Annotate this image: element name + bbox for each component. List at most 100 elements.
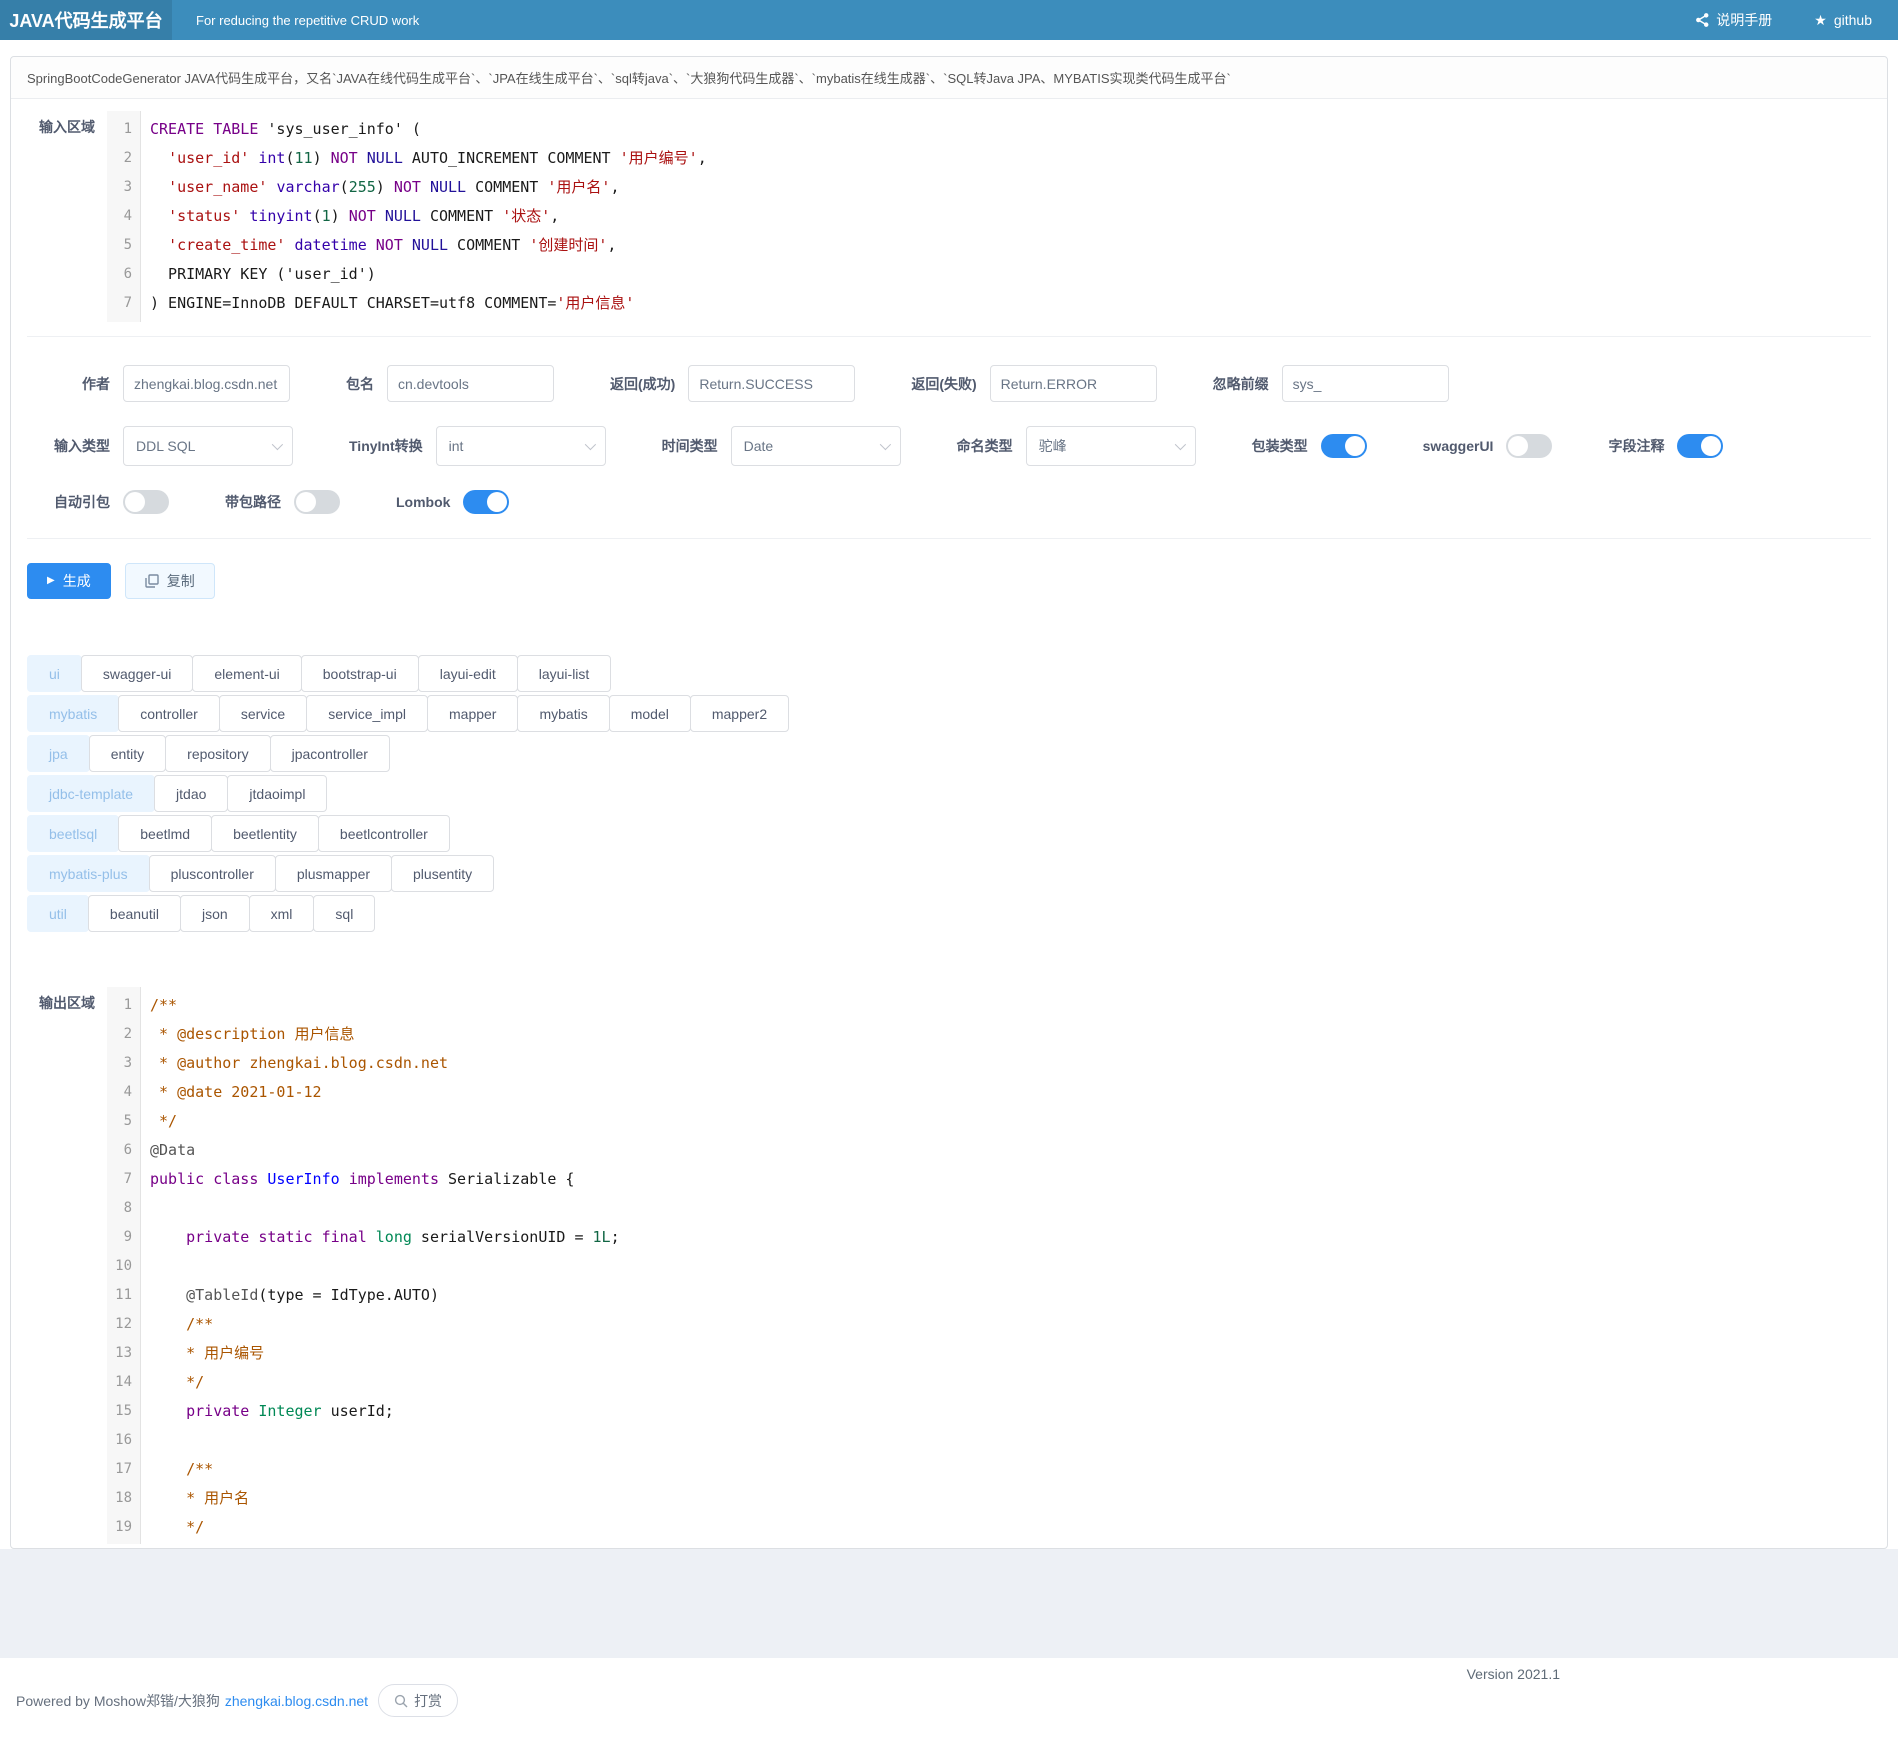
tab-row-util: utilbeanutiljsonxmlsql: [27, 895, 1871, 932]
switch-带包路径[interactable]: [294, 490, 340, 514]
output-section: 输出区域 12345678910111213141516171819/** * …: [11, 987, 1887, 1544]
tab-group-label-mybatis: mybatis: [27, 695, 119, 732]
code-line: 'status' tinyint(1) NOT NULL COMMENT '状态…: [150, 202, 1887, 231]
code-line: * 用户名: [150, 1484, 1887, 1513]
play-icon: ▶: [47, 576, 55, 586]
copy-button[interactable]: 复制: [125, 563, 215, 599]
form-row: 输入类型DDL SQLTinyInt转换int时间类型Date命名类型驼峰包装类…: [27, 426, 1871, 466]
chevron-down-icon: [272, 439, 283, 450]
nav-github-label: github: [1834, 12, 1872, 28]
nav-github-link[interactable]: ★ github: [1814, 12, 1872, 28]
line-number: 9: [113, 1223, 132, 1252]
tab-json[interactable]: json: [180, 895, 250, 932]
tab-jtdaoimpl[interactable]: jtdaoimpl: [227, 775, 327, 812]
template-tabs: uiswagger-uielement-uibootstrap-uilayui-…: [11, 655, 1887, 932]
intro-text: SpringBootCodeGenerator JAVA代码生成平台，又名`JA…: [11, 57, 1887, 99]
page-footer: Version 2021.1 Powered by Moshow郑锴/大狼狗 z…: [0, 1658, 1898, 1762]
text-input-返回(失败)[interactable]: [990, 365, 1157, 402]
switch-字段注释[interactable]: [1677, 434, 1723, 458]
code-line: /**: [150, 1455, 1887, 1484]
field-label-Lombok: Lombok: [396, 494, 450, 510]
code-line: */: [150, 1107, 1887, 1136]
tab-beetlcontroller[interactable]: beetlcontroller: [318, 815, 450, 852]
switch-knob: [1345, 436, 1365, 456]
code-line: 'create_time' datetime NOT NULL COMMENT …: [150, 231, 1887, 260]
tab-entity[interactable]: entity: [89, 735, 166, 772]
tab-repository[interactable]: repository: [165, 735, 270, 772]
chevron-down-icon: [879, 439, 890, 450]
generate-button-label: 生成: [63, 571, 91, 591]
tab-xml[interactable]: xml: [249, 895, 315, 932]
form-field: Lombok: [396, 490, 509, 514]
tab-bootstrap-ui[interactable]: bootstrap-ui: [301, 655, 419, 692]
tab-mybatis[interactable]: mybatis: [517, 695, 609, 732]
tab-controller[interactable]: controller: [118, 695, 220, 732]
switch-swaggerUI[interactable]: [1506, 434, 1552, 458]
tab-sql[interactable]: sql: [313, 895, 375, 932]
code-line: * @author zhengkai.blog.csdn.net: [150, 1049, 1887, 1078]
code-line: CREATE TABLE 'sys_user_info' (: [150, 115, 1887, 144]
line-number: 7: [113, 1165, 132, 1194]
select-输入类型[interactable]: DDL SQL: [123, 426, 293, 466]
select-TinyInt转换[interactable]: int: [436, 426, 606, 466]
select-时间类型[interactable]: Date: [731, 426, 901, 466]
line-number: 15: [113, 1397, 132, 1426]
tab-layui-list[interactable]: layui-list: [517, 655, 612, 692]
tab-service_impl[interactable]: service_impl: [306, 695, 428, 732]
author-link[interactable]: zhengkai.blog.csdn.net: [225, 1693, 368, 1709]
text-input-忽略前缀[interactable]: [1282, 365, 1449, 402]
java-output-editor[interactable]: 12345678910111213141516171819/** * @desc…: [107, 987, 1887, 1544]
generate-button[interactable]: ▶ 生成: [27, 563, 111, 599]
tab-mapper[interactable]: mapper: [427, 695, 518, 732]
field-label-TinyInt转换: TinyInt转换: [349, 436, 423, 456]
tab-pluscontroller[interactable]: pluscontroller: [149, 855, 276, 892]
donate-button[interactable]: 打赏: [378, 1684, 458, 1717]
header-nav: 说明手册 ★ github: [1696, 0, 1898, 40]
sql-input-editor[interactable]: 1234567CREATE TABLE 'sys_user_info' ( 'u…: [107, 111, 1887, 322]
select-命名类型[interactable]: 驼峰: [1026, 426, 1196, 466]
line-number-gutter: 12345678910111213141516171819: [107, 987, 141, 1544]
tab-jpacontroller[interactable]: jpacontroller: [270, 735, 390, 772]
line-number: 4: [113, 202, 132, 231]
tab-plusentity[interactable]: plusentity: [391, 855, 494, 892]
line-number: 1: [113, 115, 132, 144]
select-value: int: [449, 438, 464, 454]
share-icon: [1696, 13, 1709, 27]
switch-knob: [1508, 436, 1528, 456]
tab-beetlmd[interactable]: beetlmd: [118, 815, 212, 852]
switch-knob: [1701, 436, 1721, 456]
nav-manual-link[interactable]: 说明手册: [1696, 10, 1772, 30]
tab-model[interactable]: model: [609, 695, 691, 732]
tab-group-label-mybatis-plus: mybatis-plus: [27, 855, 150, 892]
code-line: */: [150, 1513, 1887, 1542]
form-field: 返回(失败): [911, 365, 1156, 402]
line-number: 16: [113, 1426, 132, 1455]
tab-service[interactable]: service: [219, 695, 307, 732]
tab-plusmapper[interactable]: plusmapper: [275, 855, 392, 892]
tab-mapper2[interactable]: mapper2: [690, 695, 789, 732]
code-line: private Integer userId;: [150, 1397, 1887, 1426]
switch-Lombok[interactable]: [463, 490, 509, 514]
field-label-swaggerUI: swaggerUI: [1423, 438, 1494, 454]
tab-layui-edit[interactable]: layui-edit: [418, 655, 518, 692]
switch-包装类型[interactable]: [1321, 434, 1367, 458]
app-tagline: For reducing the repetitive CRUD work: [172, 0, 419, 40]
text-input-作者[interactable]: [123, 365, 290, 402]
tab-beetlentity[interactable]: beetlentity: [211, 815, 319, 852]
tab-beanutil[interactable]: beanutil: [88, 895, 181, 932]
form-field: 包名: [346, 365, 554, 402]
app-logo[interactable]: JAVA代码生成平台: [0, 0, 172, 40]
line-number: 1: [113, 991, 132, 1020]
field-label-返回(成功): 返回(成功): [610, 374, 675, 394]
text-input-包名[interactable]: [387, 365, 554, 402]
text-input-返回(成功)[interactable]: [688, 365, 855, 402]
tab-element-ui[interactable]: element-ui: [192, 655, 301, 692]
switch-自动引包[interactable]: [123, 490, 169, 514]
code-line: ) ENGINE=InnoDB DEFAULT CHARSET=utf8 COM…: [150, 289, 1887, 318]
code-line: [150, 1194, 1887, 1223]
tab-jtdao[interactable]: jtdao: [154, 775, 228, 812]
divider: [27, 538, 1871, 539]
copy-button-label: 复制: [167, 571, 195, 591]
tab-swagger-ui[interactable]: swagger-ui: [81, 655, 193, 692]
field-label-字段注释: 字段注释: [1608, 436, 1664, 456]
